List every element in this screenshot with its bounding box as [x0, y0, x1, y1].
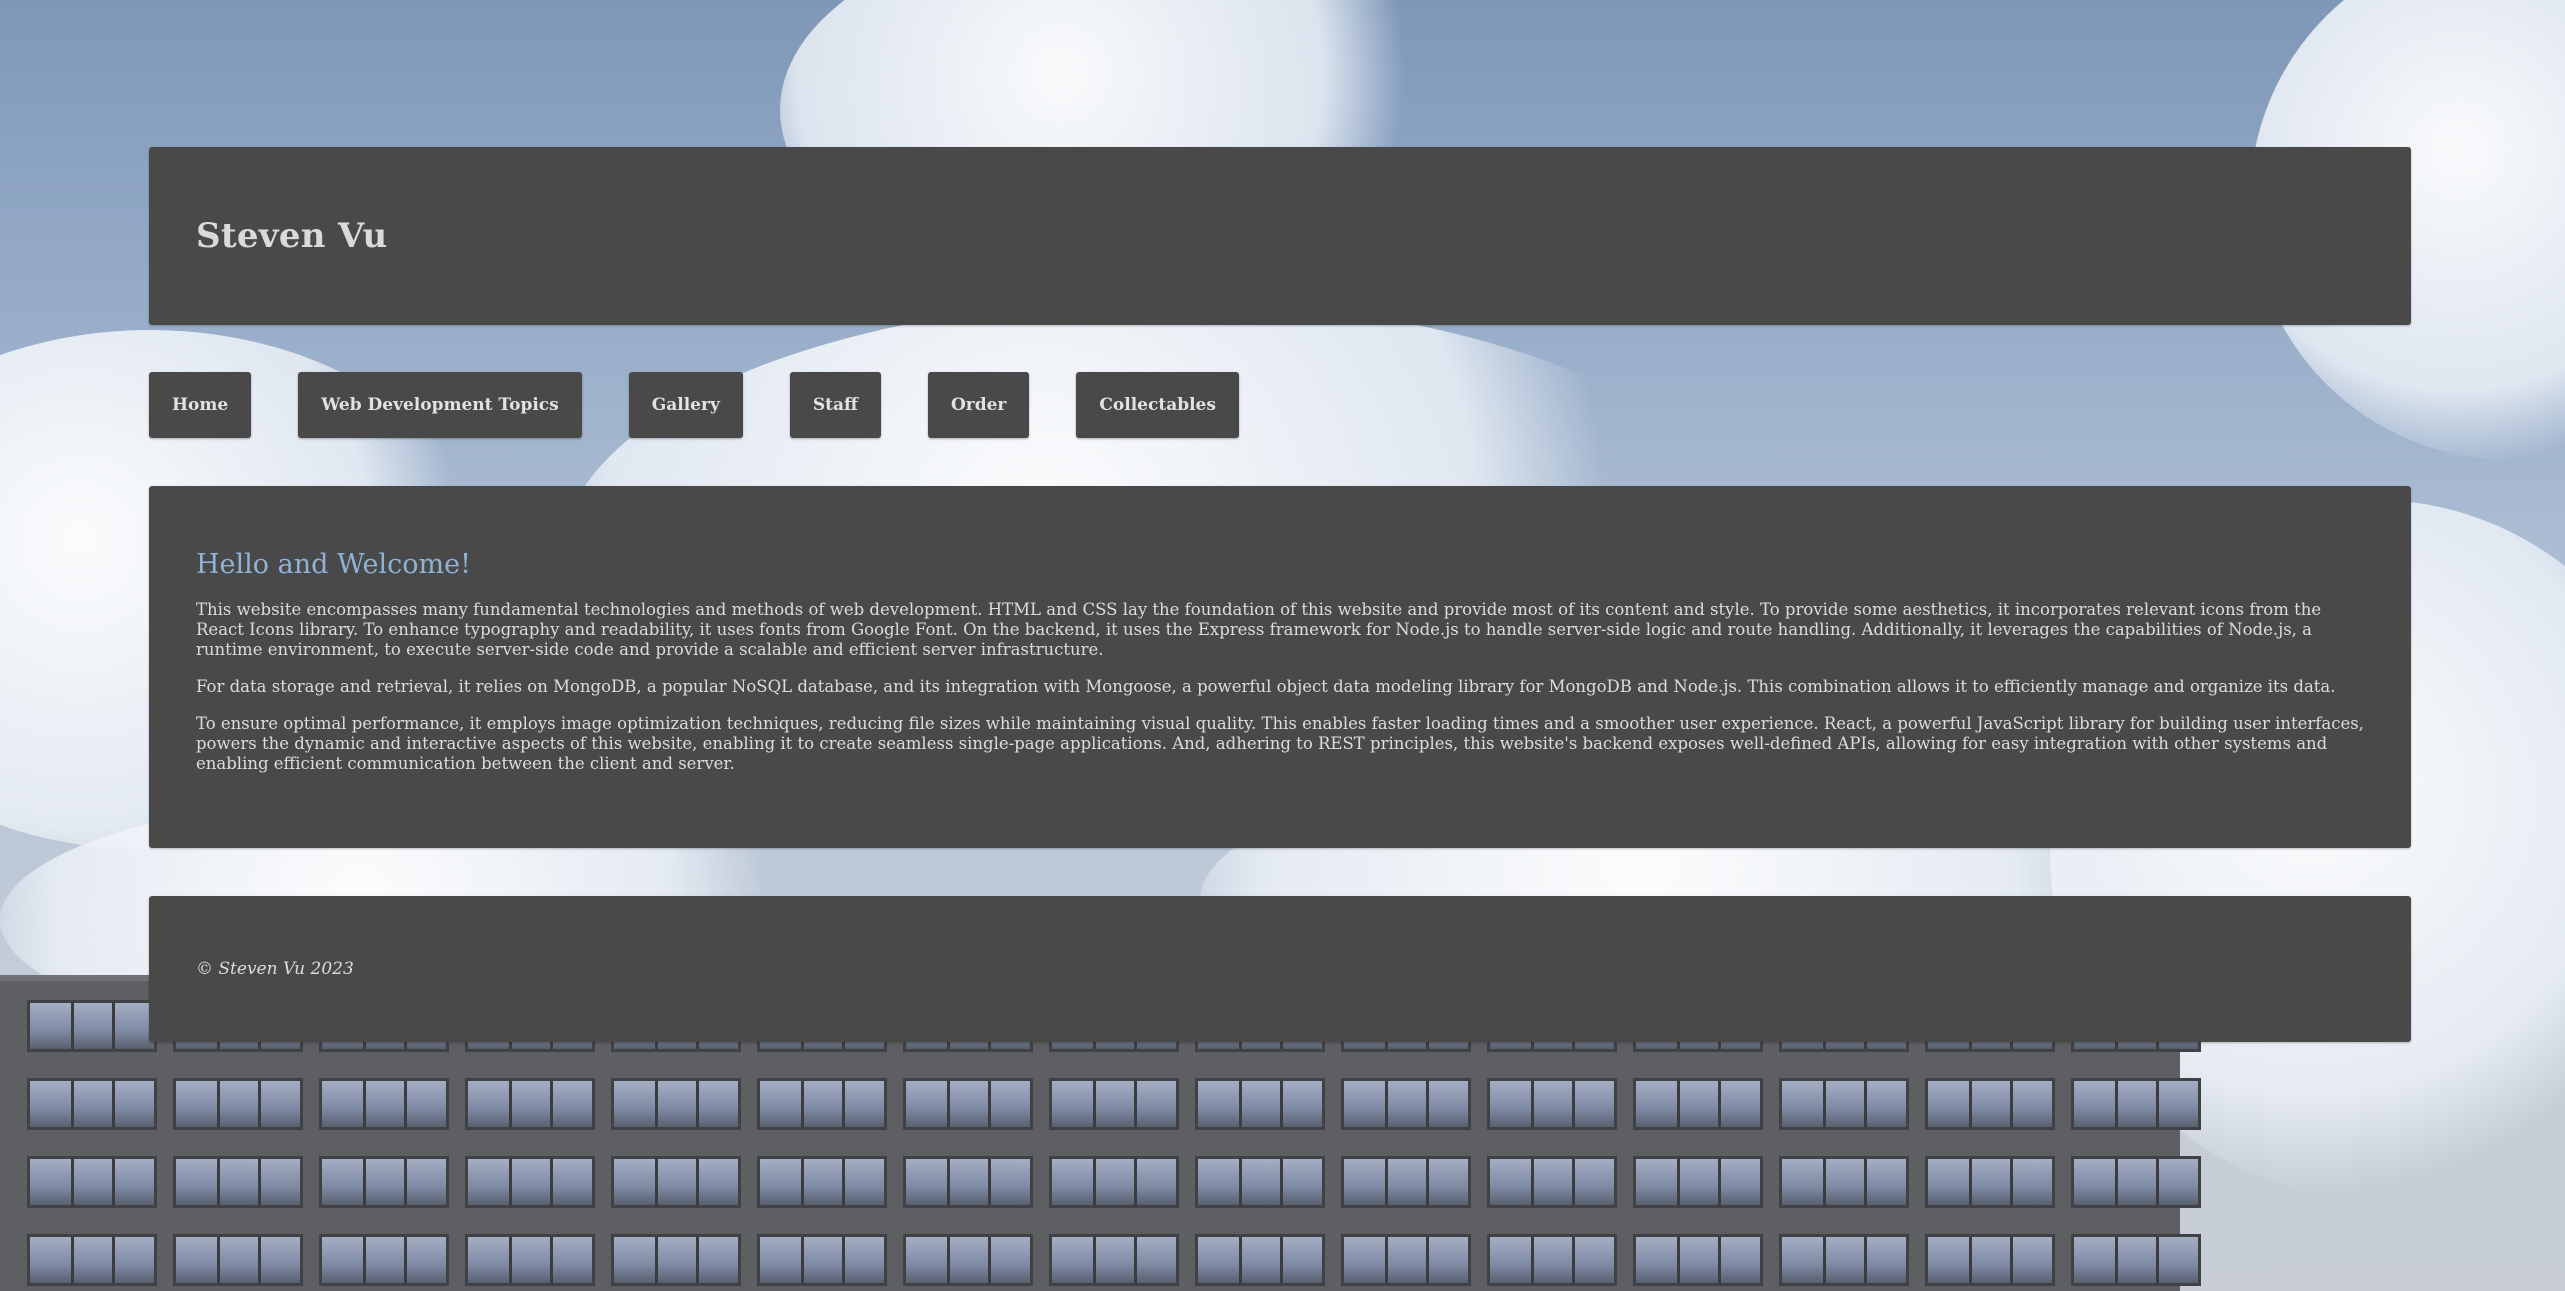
copyright-text: © Steven Vu 2023	[196, 959, 354, 979]
nav-home-button[interactable]: Home	[149, 372, 252, 438]
nav-gallery-button[interactable]: Gallery	[628, 372, 743, 438]
intro-paragraph-2: For data storage and retrieval, it relie…	[196, 677, 2336, 696]
nav-web-development-topics-button[interactable]: Web Development Topics	[298, 372, 582, 438]
main-nav: Home Web Development Topics Gallery Staf…	[149, 372, 2411, 438]
site-container: Steven Vu Home Web Development Topics Ga…	[149, 147, 2411, 1042]
nav-collectables-button[interactable]: Collectables	[1076, 372, 1239, 438]
welcome-heading: Hello and Welcome!	[196, 549, 471, 580]
site-title: Steven Vu	[196, 216, 388, 256]
nav-staff-button[interactable]: Staff	[789, 372, 881, 438]
main-content: Hello and Welcome! This website encompas…	[149, 486, 2411, 848]
intro-paragraph-3: To ensure optimal performance, it employ…	[196, 714, 2364, 773]
nav-order-button[interactable]: Order	[927, 372, 1030, 438]
intro-paragraph-1: This website encompasses many fundamenta…	[196, 600, 2322, 659]
site-footer: © Steven Vu 2023	[149, 896, 2411, 1042]
site-header: Steven Vu	[149, 147, 2411, 325]
